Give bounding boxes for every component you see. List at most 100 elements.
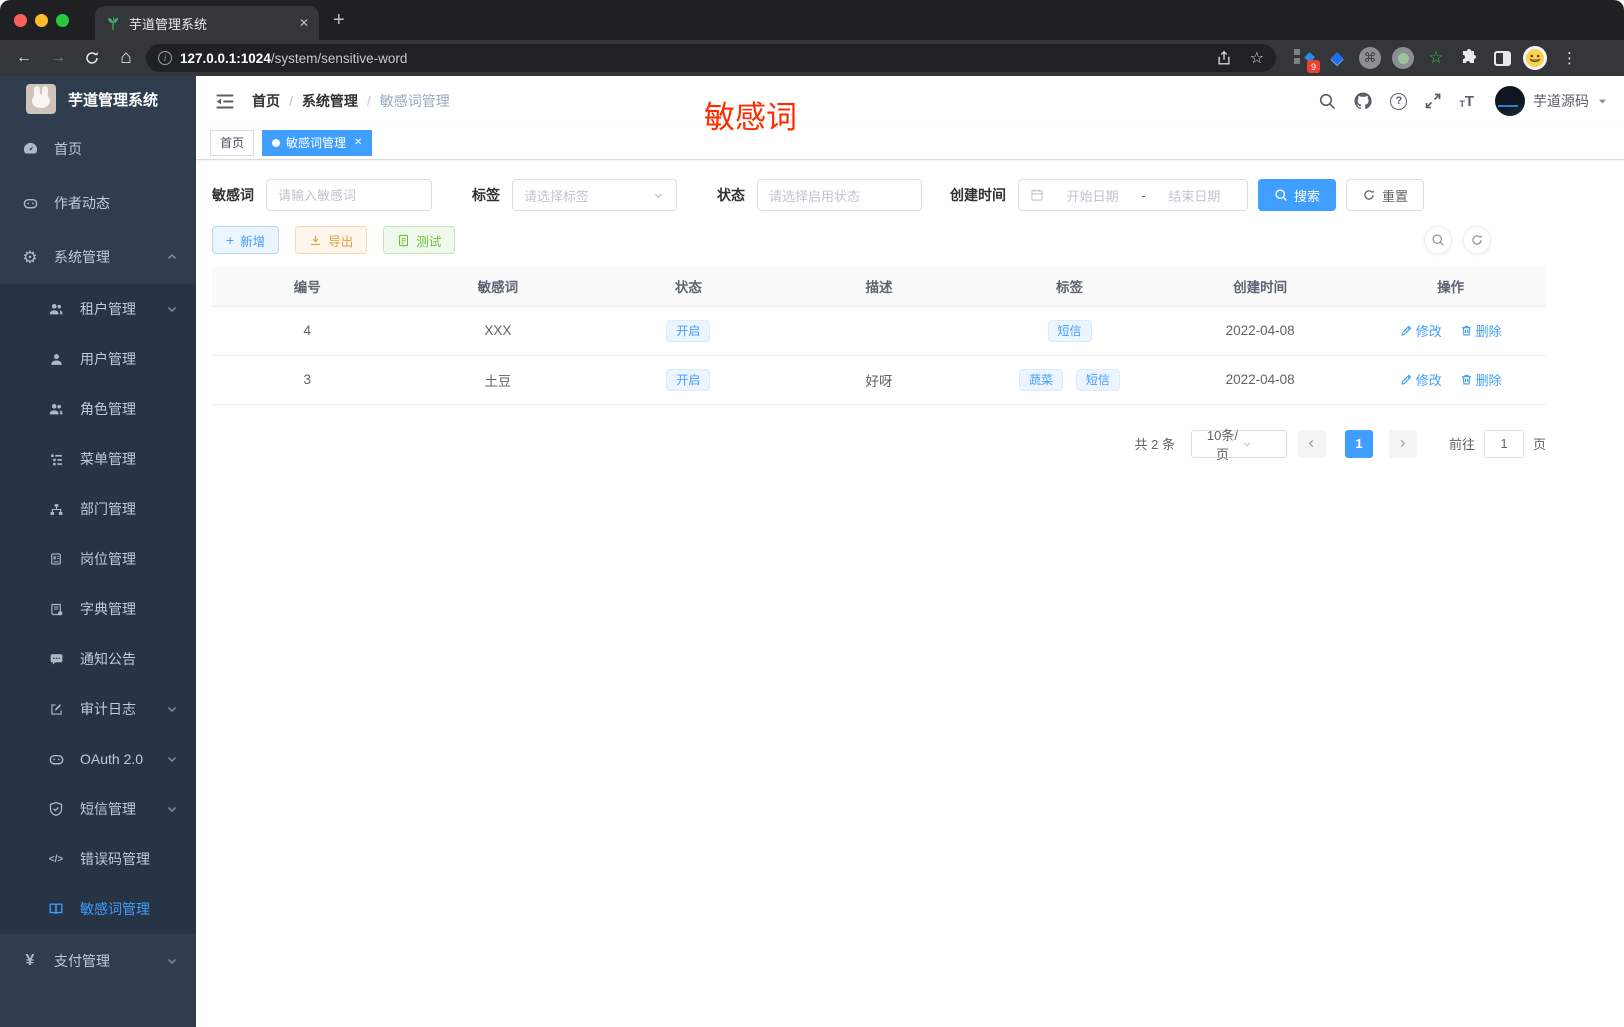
- sidebar-item-payment[interactable]: ¥ 支付管理: [0, 934, 196, 988]
- sidebar-item-error-code[interactable]: </> 错误码管理: [0, 834, 196, 884]
- side-panel-icon[interactable]: [1490, 46, 1514, 70]
- breadcrumb-home[interactable]: 首页: [252, 91, 280, 111]
- export-button[interactable]: 导出: [295, 226, 368, 254]
- sidebar-item-home[interactable]: 首页: [0, 122, 196, 176]
- sidebar-item-menu[interactable]: 菜单管理: [0, 434, 196, 484]
- sidebar-item-label: OAuth 2.0: [80, 751, 144, 767]
- sidebar-item-oauth[interactable]: OAuth 2.0: [0, 734, 196, 784]
- sidebar-item-author-feed[interactable]: 作者动态: [0, 176, 196, 230]
- help-icon[interactable]: ?: [1390, 92, 1408, 110]
- sidebar-item-dept[interactable]: 部门管理: [0, 484, 196, 534]
- share-icon[interactable]: [1216, 50, 1232, 66]
- plus-icon: +: [226, 232, 235, 248]
- tag-view-home[interactable]: 首页: [210, 129, 255, 156]
- sidebar-item-label: 租户管理: [80, 301, 136, 317]
- chrome-menu-icon[interactable]: ⋮: [1562, 49, 1577, 67]
- edit-link[interactable]: 修改: [1400, 370, 1442, 389]
- add-button[interactable]: + 新增: [212, 226, 280, 254]
- address-bar[interactable]: i 127.0.0.1:1024/system/sensitive-word ☆: [146, 44, 1276, 72]
- sidebar-item-user[interactable]: 用户管理: [0, 334, 196, 384]
- sidebar-item-label: 敏感词管理: [80, 901, 150, 917]
- close-icon[interactable]: ✕: [354, 137, 362, 148]
- tag-view-sensitive-word[interactable]: 敏感词管理 ✕: [262, 129, 373, 156]
- sidebar-item-tenant[interactable]: 租户管理: [0, 284, 196, 334]
- edit-link[interactable]: 修改: [1400, 321, 1442, 340]
- tab-title: 芋道管理系统: [129, 16, 208, 32]
- user-menu[interactable]: 芋道源码: [1495, 86, 1608, 116]
- extension-icons: ◆ 9 ◆ ⌘ ☆ ⋮: [1292, 46, 1577, 73]
- forward-icon[interactable]: →: [44, 44, 72, 72]
- date-range-picker[interactable]: 开始日期 - 结束日期: [1018, 179, 1248, 211]
- extension-grid-icon[interactable]: ◆ 9: [1292, 46, 1320, 73]
- goto-page-input[interactable]: [1483, 429, 1524, 458]
- col-tags: 标签: [974, 266, 1165, 307]
- sidebar-item-system[interactable]: ⚙ 系统管理: [0, 230, 196, 284]
- home-icon[interactable]: ⌂: [112, 44, 140, 72]
- profile-avatar-icon[interactable]: [1523, 46, 1547, 70]
- site-info-icon[interactable]: i: [158, 51, 172, 65]
- delete-link[interactable]: 删除: [1460, 370, 1502, 389]
- browser-tab[interactable]: 芋道管理系统 ✕: [95, 6, 319, 40]
- search-icon[interactable]: [1318, 92, 1336, 110]
- test-button[interactable]: 测试: [383, 226, 456, 254]
- reset-button[interactable]: 重置: [1346, 179, 1425, 211]
- minimize-window-button[interactable]: [35, 13, 48, 27]
- fullscreen-icon[interactable]: [1424, 92, 1442, 110]
- sidebar-item-role[interactable]: 角色管理: [0, 384, 196, 434]
- prev-page-button[interactable]: [1297, 429, 1326, 458]
- extensions-puzzle-icon[interactable]: [1457, 46, 1481, 70]
- sidebar-item-sensitive-word[interactable]: 敏感词管理: [0, 884, 196, 934]
- sidebar-item-label: 字典管理: [80, 601, 136, 617]
- reload-icon[interactable]: [78, 44, 106, 72]
- tag-select[interactable]: 请选择标签: [512, 179, 677, 211]
- breadcrumb-system[interactable]: 系统管理: [302, 91, 358, 111]
- extension-star-icon[interactable]: ☆: [1424, 46, 1448, 70]
- sidebar-item-post[interactable]: 岗位管理: [0, 534, 196, 584]
- page-size-select[interactable]: 10条/页: [1190, 428, 1287, 462]
- delete-link[interactable]: 删除: [1460, 321, 1502, 340]
- date-end-placeholder[interactable]: 结束日期: [1153, 186, 1236, 205]
- tab-close-icon[interactable]: ✕: [299, 16, 309, 30]
- sidebar-item-dict[interactable]: 字典管理: [0, 584, 196, 634]
- sidebar-item-label: 部门管理: [80, 501, 136, 517]
- page-content: 敏感词 标签 请选择标签 状态 请选择启用状态 创建时间: [196, 160, 1546, 462]
- search-button[interactable]: 搜索: [1258, 179, 1337, 211]
- code-icon: </>: [48, 853, 64, 865]
- extension-gem-icon[interactable]: ◆: [1325, 46, 1349, 70]
- sidebar-item-label: 审计日志: [80, 701, 136, 717]
- bookmark-star-icon[interactable]: ☆: [1250, 48, 1264, 68]
- date-start-placeholder[interactable]: 开始日期: [1051, 186, 1134, 205]
- keyword-input[interactable]: [266, 179, 432, 211]
- table-row: 4 XXX 开启 短信 2022-04-08 修改 删除: [212, 306, 1546, 356]
- new-tab-button[interactable]: +: [333, 10, 345, 30]
- zoom-window-button[interactable]: [56, 13, 69, 27]
- cell-word: 土豆: [402, 355, 594, 405]
- close-window-button[interactable]: [14, 13, 27, 27]
- back-icon[interactable]: ←: [10, 44, 38, 72]
- search-toggle-icon[interactable]: [1424, 226, 1452, 254]
- edit-link-label: 修改: [1415, 324, 1442, 339]
- refresh-icon[interactable]: [1463, 226, 1491, 254]
- yen-icon: ¥: [25, 952, 35, 969]
- sidebar-item-notice[interactable]: 通知公告: [0, 634, 196, 684]
- status-select[interactable]: 请选择启用状态: [757, 179, 922, 211]
- font-size-icon[interactable]: TT: [1459, 94, 1474, 109]
- window-controls[interactable]: [0, 13, 79, 27]
- sidebar-item-label: 通知公告: [80, 651, 136, 667]
- next-page-button[interactable]: [1388, 429, 1417, 458]
- page-number-button[interactable]: 1: [1344, 429, 1373, 458]
- github-icon[interactable]: [1353, 91, 1373, 111]
- sidebar-item-audit-log[interactable]: 审计日志: [0, 684, 196, 734]
- status-badge: 开启: [666, 319, 711, 342]
- extension-record-icon[interactable]: [1391, 46, 1415, 70]
- extension-command-icon[interactable]: ⌘: [1358, 46, 1382, 70]
- tag-label: 标签: [472, 187, 500, 203]
- sidebar-fold-icon[interactable]: [212, 88, 238, 114]
- browser-chrome: 芋道管理系统 ✕ + ← → ⌂ i 127.0.0.1:1024/system…: [0, 0, 1624, 76]
- search-button-label: 搜索: [1294, 188, 1321, 204]
- sidebar-logo[interactable]: 芋道管理系统: [0, 76, 196, 122]
- keyword-input-field[interactable]: [278, 187, 420, 203]
- sidebar-item-sms[interactable]: 短信管理: [0, 784, 196, 834]
- col-actions: 操作: [1355, 266, 1546, 307]
- cell-tags: 短信: [974, 306, 1165, 356]
